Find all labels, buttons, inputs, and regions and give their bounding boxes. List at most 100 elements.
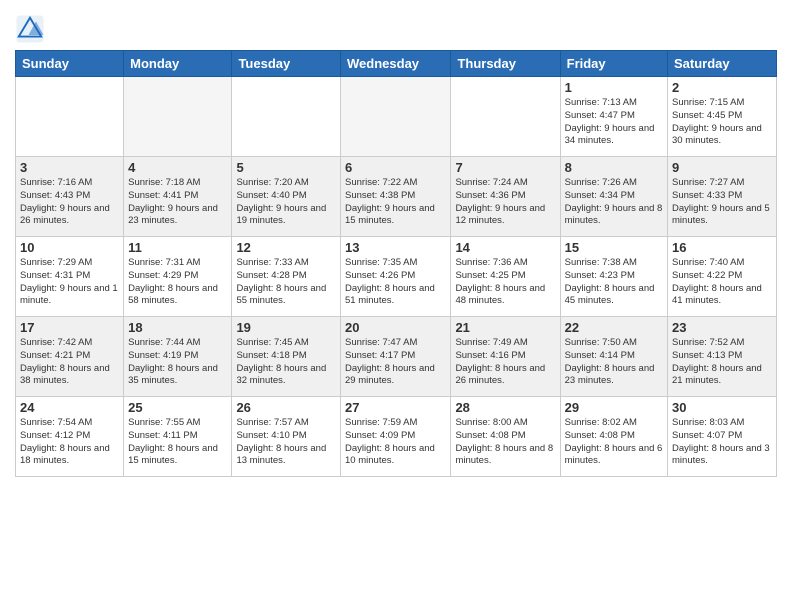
day-number: 19 [236,320,336,335]
day-number: 24 [20,400,119,415]
day-cell: 4 Sunrise: 7:18 AM Sunset: 4:41 PM Daylig… [124,157,232,237]
day-number: 14 [455,240,555,255]
day-number: 18 [128,320,227,335]
day-info: Sunrise: 7:42 AM Sunset: 4:21 PM Dayligh… [20,337,119,388]
day-info: Sunrise: 7:54 AM Sunset: 4:12 PM Dayligh… [20,417,119,468]
day-info: Sunrise: 7:22 AM Sunset: 4:38 PM Dayligh… [345,177,446,228]
day-cell: 14 Sunrise: 7:36 AM Sunset: 4:25 PM Dayli… [451,237,560,317]
day-cell: 20Sunrise: 7:47 AM Sunset: 4:17 PM Dayli… [341,317,451,397]
day-info: Sunrise: 7:31 AM Sunset: 4:29 PM Dayligh… [128,257,227,308]
day-info: Sunrise: 7:24 AM Sunset: 4:36 PM Dayligh… [455,177,555,228]
day-number: 6 [345,160,446,175]
day-number: 4 [128,160,227,175]
day-info: Sunrise: 7:29 AM Sunset: 4:31 PM Dayligh… [20,257,119,308]
day-info: Sunrise: 7:15 AM Sunset: 4:45 PM Dayligh… [672,97,772,148]
day-number: 17 [20,320,119,335]
calendar-page: SundayMondayTuesdayWednesdayThursdayFrid… [0,0,792,487]
week-row-3: 10Sunrise: 7:29 AM Sunset: 4:31 PM Dayli… [16,237,777,317]
day-info: Sunrise: 7:36 AM Sunset: 4:25 PM Dayligh… [455,257,555,308]
day-number: 7 [455,160,555,175]
day-cell: 22Sunrise: 7:50 AM Sunset: 4:14 PM Dayli… [560,317,667,397]
day-cell: 12 Sunrise: 7:33 AM Sunset: 4:28 PM Dayli… [232,237,341,317]
day-info: Sunrise: 7:47 AM Sunset: 4:17 PM Dayligh… [345,337,446,388]
day-info: Sunrise: 8:00 AM Sunset: 4:08 PM Dayligh… [455,417,555,468]
day-cell: 9Sunrise: 7:27 AM Sunset: 4:33 PM Daylig… [668,157,777,237]
logo [15,14,49,44]
day-number: 9 [672,160,772,175]
day-cell: 6 Sunrise: 7:22 AM Sunset: 4:38 PM Daylig… [341,157,451,237]
day-number: 21 [455,320,555,335]
col-header-thursday: Thursday [451,51,560,77]
day-number: 16 [672,240,772,255]
day-number: 2 [672,80,772,95]
day-info: Sunrise: 7:52 AM Sunset: 4:13 PM Dayligh… [672,337,772,388]
day-cell: 19Sunrise: 7:45 AM Sunset: 4:18 PM Dayli… [232,317,341,397]
day-number: 5 [236,160,336,175]
col-header-tuesday: Tuesday [232,51,341,77]
day-info: Sunrise: 7:35 AM Sunset: 4:26 PM Dayligh… [345,257,446,308]
day-info: Sunrise: 7:38 AM Sunset: 4:23 PM Dayligh… [565,257,663,308]
day-number: 12 [236,240,336,255]
col-header-monday: Monday [124,51,232,77]
day-cell: 5 Sunrise: 7:20 AM Sunset: 4:40 PM Daylig… [232,157,341,237]
day-cell: 26 Sunrise: 7:57 AM Sunset: 4:10 PM Dayli… [232,397,341,477]
day-cell [16,77,124,157]
day-number: 29 [565,400,663,415]
day-number: 15 [565,240,663,255]
week-row-1: 1 Sunrise: 7:13 AM Sunset: 4:47 PM Daylig… [16,77,777,157]
day-cell: 13 Sunrise: 7:35 AM Sunset: 4:26 PM Dayli… [341,237,451,317]
col-header-saturday: Saturday [668,51,777,77]
page-header [15,10,777,44]
calendar-table: SundayMondayTuesdayWednesdayThursdayFrid… [15,50,777,477]
day-number: 30 [672,400,772,415]
day-cell: 3 Sunrise: 7:16 AM Sunset: 4:43 PM Daylig… [16,157,124,237]
day-number: 8 [565,160,663,175]
day-info: Sunrise: 7:16 AM Sunset: 4:43 PM Dayligh… [20,177,119,228]
day-cell: 17 Sunrise: 7:42 AM Sunset: 4:21 PM Dayli… [16,317,124,397]
day-info: Sunrise: 7:40 AM Sunset: 4:22 PM Dayligh… [672,257,772,308]
day-info: Sunrise: 7:33 AM Sunset: 4:28 PM Dayligh… [236,257,336,308]
day-cell: 1 Sunrise: 7:13 AM Sunset: 4:47 PM Daylig… [560,77,667,157]
day-cell: 25 Sunrise: 7:55 AM Sunset: 4:11 PM Dayli… [124,397,232,477]
day-cell: 10Sunrise: 7:29 AM Sunset: 4:31 PM Dayli… [16,237,124,317]
day-cell: 24 Sunrise: 7:54 AM Sunset: 4:12 PM Dayli… [16,397,124,477]
day-number: 27 [345,400,446,415]
day-info: Sunrise: 7:55 AM Sunset: 4:11 PM Dayligh… [128,417,227,468]
day-info: Sunrise: 7:44 AM Sunset: 4:19 PM Dayligh… [128,337,227,388]
day-number: 26 [236,400,336,415]
day-number: 25 [128,400,227,415]
col-header-wednesday: Wednesday [341,51,451,77]
day-cell: 28 Sunrise: 8:00 AM Sunset: 4:08 PM Dayli… [451,397,560,477]
week-row-2: 3 Sunrise: 7:16 AM Sunset: 4:43 PM Daylig… [16,157,777,237]
day-cell: 30 Sunrise: 8:03 AM Sunset: 4:07 PM Dayli… [668,397,777,477]
day-cell: 21 Sunrise: 7:49 AM Sunset: 4:16 PM Dayli… [451,317,560,397]
day-info: Sunrise: 7:57 AM Sunset: 4:10 PM Dayligh… [236,417,336,468]
day-cell: 16 Sunrise: 7:40 AM Sunset: 4:22 PM Dayli… [668,237,777,317]
day-number: 3 [20,160,119,175]
day-cell [341,77,451,157]
day-cell: 11 Sunrise: 7:31 AM Sunset: 4:29 PM Dayli… [124,237,232,317]
day-info: Sunrise: 7:59 AM Sunset: 4:09 PM Dayligh… [345,417,446,468]
logo-icon [15,14,45,44]
day-cell [451,77,560,157]
day-cell: 23Sunrise: 7:52 AM Sunset: 4:13 PM Dayli… [668,317,777,397]
day-info: Sunrise: 7:20 AM Sunset: 4:40 PM Dayligh… [236,177,336,228]
col-header-sunday: Sunday [16,51,124,77]
day-info: Sunrise: 7:18 AM Sunset: 4:41 PM Dayligh… [128,177,227,228]
day-cell: 18 Sunrise: 7:44 AM Sunset: 4:19 PM Dayli… [124,317,232,397]
day-info: Sunrise: 7:13 AM Sunset: 4:47 PM Dayligh… [565,97,663,148]
day-info: Sunrise: 8:03 AM Sunset: 4:07 PM Dayligh… [672,417,772,468]
day-info: Sunrise: 7:26 AM Sunset: 4:34 PM Dayligh… [565,177,663,228]
day-cell: 15 Sunrise: 7:38 AM Sunset: 4:23 PM Dayli… [560,237,667,317]
day-number: 1 [565,80,663,95]
day-number: 11 [128,240,227,255]
calendar-header-row: SundayMondayTuesdayWednesdayThursdayFrid… [16,51,777,77]
day-cell [232,77,341,157]
day-number: 13 [345,240,446,255]
day-number: 28 [455,400,555,415]
col-header-friday: Friday [560,51,667,77]
day-cell: 8 Sunrise: 7:26 AM Sunset: 4:34 PM Daylig… [560,157,667,237]
day-cell: 2 Sunrise: 7:15 AM Sunset: 4:45 PM Daylig… [668,77,777,157]
day-info: Sunrise: 7:49 AM Sunset: 4:16 PM Dayligh… [455,337,555,388]
week-row-4: 17 Sunrise: 7:42 AM Sunset: 4:21 PM Dayli… [16,317,777,397]
